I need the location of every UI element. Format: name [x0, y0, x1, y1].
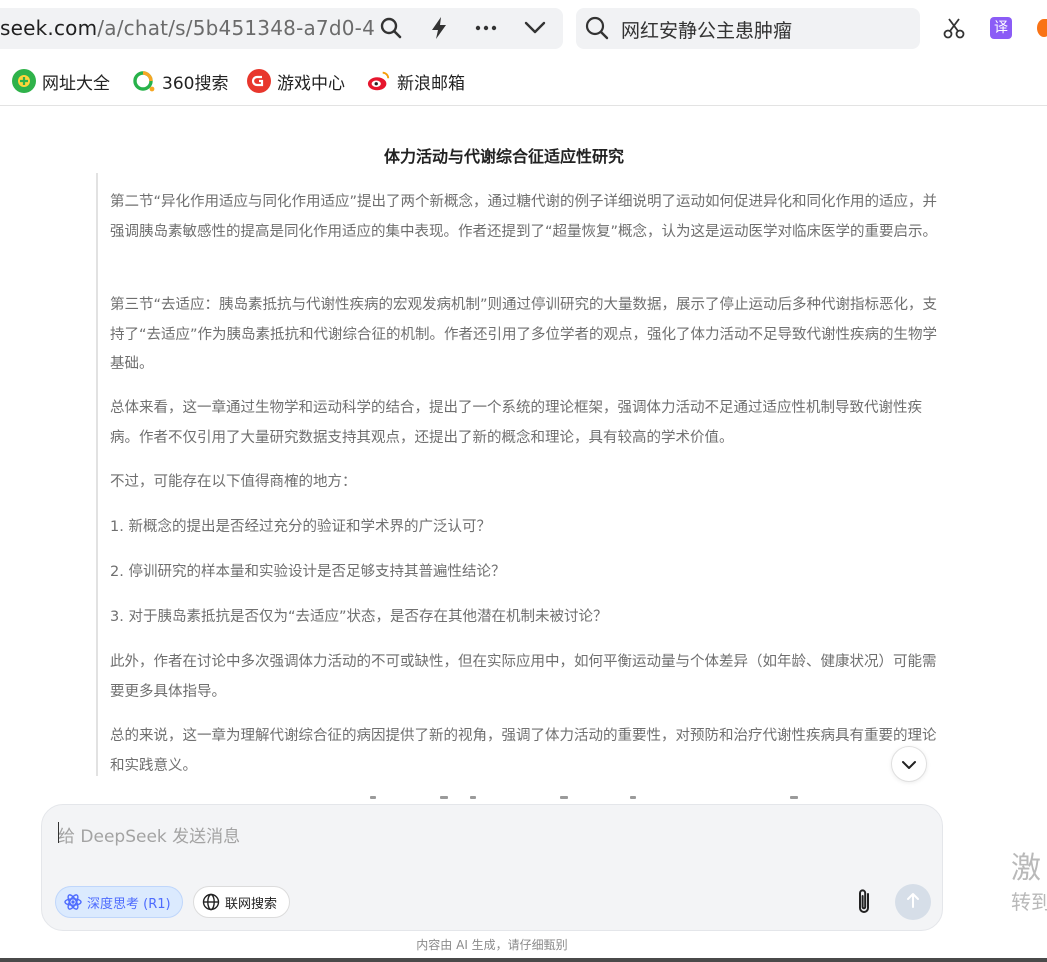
window-bottom-border: [0, 958, 1047, 962]
sina-icon: [367, 69, 391, 93]
globe-icon: [202, 893, 220, 911]
bookmarks-bar: 网址大全 360搜索 游戏中心 新浪邮箱: [0, 56, 1047, 106]
paragraph: 不过，可能存在以下值得商榷的地方：: [110, 474, 357, 490]
chevron-down-icon[interactable]: [521, 14, 549, 42]
paragraph: 1. 新概念的提出是否经过充分的验证和学术界的广泛认可？: [110, 519, 491, 535]
paragraph: 第二节“异化作用适应与同化作用适应”提出了两个新概念，通过糖代谢的例子详细说明了…: [110, 194, 938, 240]
atom-icon: [64, 893, 82, 911]
hao-icon: [12, 69, 36, 93]
360-icon: [132, 69, 156, 93]
chevron-down-icon: [901, 755, 917, 774]
bookmark-sina[interactable]: 新浪邮箱: [367, 68, 465, 94]
paragraph: 此外，作者在讨论中多次强调体力活动的不可或缺性，但在实际应用中，如何平衡运动量与…: [110, 654, 937, 700]
web-search-button[interactable]: 联网搜索: [193, 886, 290, 918]
paragraph: 第三节“去适应：胰岛素抵抗与代谢性疾病的宏观发病机制”则通过停训研究的大量数据，…: [110, 297, 938, 372]
search-query-text: 网红安静公主患肿瘤: [621, 20, 793, 42]
search-icon: [584, 15, 610, 45]
search-box[interactable]: 网红安静公主患肿瘤: [576, 8, 920, 49]
extension-icon[interactable]: [1037, 19, 1047, 37]
arrow-up-icon: [905, 891, 921, 913]
url-path: /a/chat/s/5b451348-a7d0-4: [97, 16, 376, 40]
browser-toolbar: seek.com/a/chat/s/5b451348-a7d0-4 网红安静公主…: [0, 0, 1047, 56]
bookmark-360[interactable]: 360搜索: [132, 68, 228, 94]
quote-bar: [96, 173, 98, 776]
send-button[interactable]: [895, 884, 931, 920]
scissors-icon[interactable]: [940, 14, 968, 42]
paragraph: 3. 对于胰岛素抵抗是否仅为“去适应”状态，是否存在其他潜在机制未被讨论？: [110, 609, 608, 625]
zoom-search-icon[interactable]: [377, 14, 405, 42]
bookmark-label: 游戏中心: [277, 73, 345, 94]
more-icon[interactable]: [472, 14, 500, 42]
message-input[interactable]: 给 DeepSeek 发送消息: [58, 822, 240, 847]
message-composer: 给 DeepSeek 发送消息 深度思考 (R1) 联网搜索: [41, 804, 943, 931]
paragraph: 总体来看，这一章通过生物学和运动科学的结合，提出了一个系统的理论框架，强调体力活…: [110, 400, 922, 446]
paragraph: 总的来说，这一章为理解代谢综合征的病因提供了新的视角，强调了体力活动的重要性，对…: [110, 728, 937, 774]
lightning-icon[interactable]: [425, 14, 453, 42]
bookmark-label: 网址大全: [42, 73, 110, 94]
thinking-title: 体力活动与代谢综合征适应性研究: [383, 147, 624, 166]
paperclip-icon[interactable]: [852, 887, 878, 917]
web-search-label: 联网搜索: [225, 896, 278, 912]
side-banner-text: 激: [1011, 851, 1041, 886]
bookmark-hao[interactable]: 网址大全: [12, 68, 110, 94]
url-host: seek.com: [0, 16, 98, 40]
text-caret: [58, 822, 59, 843]
bookmark-label: 360搜索: [162, 73, 229, 94]
ai-disclaimer: 内容由 AI 生成，请仔细甄别: [416, 938, 568, 952]
deep-think-button[interactable]: 深度思考 (R1): [55, 886, 183, 918]
bookmark-game[interactable]: 游戏中心: [247, 68, 345, 94]
game-icon: [247, 69, 271, 93]
url-text[interactable]: seek.com/a/chat/s/5b451348-a7d0-4: [0, 16, 375, 40]
translate-icon[interactable]: 译: [990, 17, 1012, 39]
side-banner-subtext: 转到: [1011, 890, 1047, 914]
paragraph: 2. 停训研究的样本量和实验设计是否足够支持其普遍性结论？: [110, 564, 506, 580]
bookmark-label: 新浪邮箱: [397, 73, 465, 94]
clipped-text-row: [330, 796, 850, 804]
deep-think-label: 深度思考 (R1): [87, 896, 171, 912]
scroll-to-bottom-button[interactable]: [891, 746, 927, 782]
